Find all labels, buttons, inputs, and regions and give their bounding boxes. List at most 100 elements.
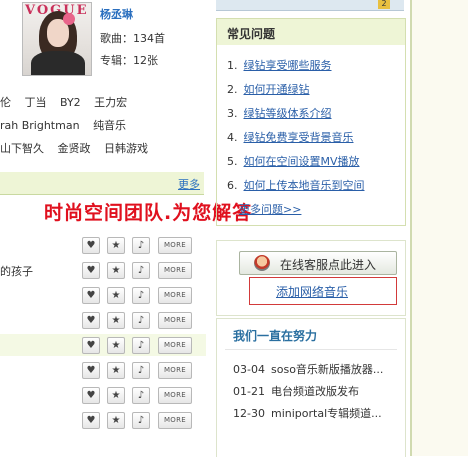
music-note-icon[interactable]: ♪ bbox=[132, 412, 150, 429]
favorite-icon[interactable]: ♥ bbox=[82, 312, 100, 329]
faq-title: 常见问题 bbox=[227, 27, 276, 41]
news-text[interactable]: miniportal专辑频道... bbox=[271, 407, 382, 420]
news-date: 03-04 bbox=[233, 363, 265, 376]
faq-item-number: 5. bbox=[227, 155, 238, 168]
favorite-icon[interactable]: ♥ bbox=[82, 387, 100, 404]
faq-link[interactable]: 绿钻享受哪些服务 bbox=[244, 59, 332, 72]
music-note-icon[interactable]: ♪ bbox=[132, 312, 150, 329]
favorite-icon[interactable]: ♥ bbox=[82, 412, 100, 429]
star-icon[interactable]: ★ bbox=[107, 362, 125, 379]
artist-link[interactable]: BY2 bbox=[60, 96, 81, 109]
artist-name-link[interactable]: 杨丞琳 bbox=[100, 6, 133, 22]
divider bbox=[225, 349, 397, 350]
more-bar: 更多 bbox=[0, 172, 204, 195]
artist-link[interactable]: 王力宏 bbox=[94, 96, 127, 109]
related-artists-row-3: 山下智久 金贤政 日韩游戏 bbox=[0, 140, 148, 156]
faq-item: 6. 如何上传本地音乐到空间 bbox=[227, 177, 365, 193]
song-row: ♥ ★ ♪ MORE bbox=[0, 234, 206, 256]
song-row: 的孩子 ♥ ★ ♪ MORE bbox=[0, 259, 206, 281]
faq-more-link[interactable]: 更多问题>> bbox=[239, 201, 301, 217]
song-count: 歌曲：134首 bbox=[100, 32, 165, 45]
song-more-button[interactable]: MORE bbox=[158, 362, 192, 379]
faq-item-number: 4. bbox=[227, 131, 238, 144]
faq-link[interactable]: 如何在空间设置MV播放 bbox=[244, 155, 360, 168]
star-icon[interactable]: ★ bbox=[107, 387, 125, 404]
flower-icon bbox=[63, 13, 75, 25]
song-more-button[interactable]: MORE bbox=[158, 412, 192, 429]
artist-photo[interactable]: VOGUE bbox=[22, 2, 92, 76]
faq-item: 2. 如何开通绿钻 bbox=[227, 81, 310, 97]
support-agent-icon bbox=[254, 255, 270, 271]
song-more-button[interactable]: MORE bbox=[158, 237, 192, 254]
related-artists-row-2: rah Brightman 纯音乐 bbox=[0, 117, 126, 133]
favorite-icon[interactable]: ♥ bbox=[82, 287, 100, 304]
star-icon[interactable]: ★ bbox=[107, 237, 125, 254]
add-music-box: 添加网络音乐 bbox=[249, 277, 397, 305]
right-margin bbox=[412, 0, 468, 456]
music-note-icon[interactable]: ♪ bbox=[132, 287, 150, 304]
song-row: ♥ ★ ♪ MORE bbox=[0, 409, 206, 431]
song-row: ♥ ★ ♪ MORE bbox=[0, 334, 206, 356]
faq-item-number: 2. bbox=[227, 83, 238, 96]
online-service-label: 在线客服点此进入 bbox=[280, 258, 377, 272]
song-title[interactable]: 的孩子 bbox=[0, 263, 33, 279]
online-service-button[interactable]: 在线客服点此进入 bbox=[239, 251, 397, 275]
news-text[interactable]: soso音乐新版播放器... bbox=[271, 363, 383, 376]
song-row: ♥ ★ ♪ MORE bbox=[0, 359, 206, 381]
news-date: 12-30 bbox=[233, 407, 265, 420]
song-more-button[interactable]: MORE bbox=[158, 387, 192, 404]
faq-item: 5. 如何在空间设置MV播放 bbox=[227, 153, 360, 169]
artist-link[interactable]: 纯音乐 bbox=[93, 119, 126, 132]
news-item[interactable]: 03-04 soso音乐新版播放器... bbox=[233, 361, 383, 377]
news-date: 01-21 bbox=[233, 385, 265, 398]
news-text[interactable]: 电台频道改版发布 bbox=[271, 385, 359, 398]
more-link[interactable]: 更多 bbox=[178, 176, 200, 192]
customer-service-panel: 在线客服点此进入 添加网络音乐 bbox=[216, 240, 406, 316]
favorite-icon[interactable]: ♥ bbox=[82, 337, 100, 354]
faq-link[interactable]: 绿钻免费享受背景音乐 bbox=[244, 131, 354, 144]
artist-link[interactable]: rah Brightman bbox=[0, 119, 80, 132]
faq-panel: 常见问题 1. 绿钻享受哪些服务 2. 如何开通绿钻 3. 绿钻等级体系介绍 4. 绿钻免费享… bbox=[216, 18, 406, 226]
music-note-icon[interactable]: ♪ bbox=[132, 337, 150, 354]
faq-item-number: 6. bbox=[227, 179, 238, 192]
artist-link[interactable]: 金贤政 bbox=[58, 142, 91, 155]
news-item[interactable]: 01-21 电台频道改版发布 bbox=[233, 383, 359, 399]
song-row: ♥ ★ ♪ MORE bbox=[0, 284, 206, 306]
song-more-button[interactable]: MORE bbox=[158, 262, 192, 279]
music-note-icon[interactable]: ♪ bbox=[132, 387, 150, 404]
faq-item: 3. 绿钻等级体系介绍 bbox=[227, 105, 332, 121]
music-note-icon[interactable]: ♪ bbox=[132, 362, 150, 379]
song-more-button[interactable]: MORE bbox=[158, 312, 192, 329]
favorite-icon[interactable]: ♥ bbox=[82, 237, 100, 254]
faq-link[interactable]: 如何开通绿钻 bbox=[244, 83, 310, 96]
favorite-icon[interactable]: ♥ bbox=[82, 262, 100, 279]
top-banner[interactable]: 2 bbox=[216, 0, 404, 11]
faq-header: 常见问题 bbox=[217, 19, 405, 45]
artist-link[interactable]: 丁当 bbox=[25, 96, 47, 109]
faq-item-number: 3. bbox=[227, 107, 238, 120]
artist-link[interactable]: 伦 bbox=[0, 96, 11, 109]
music-note-icon[interactable]: ♪ bbox=[132, 262, 150, 279]
faq-item: 4. 绿钻免费享受背景音乐 bbox=[227, 129, 354, 145]
song-more-button[interactable]: MORE bbox=[158, 287, 192, 304]
star-icon[interactable]: ★ bbox=[107, 262, 125, 279]
artist-link[interactable]: 山下智久 bbox=[0, 142, 44, 155]
news-title: 我们一直在努力 bbox=[233, 329, 318, 343]
star-icon[interactable]: ★ bbox=[107, 412, 125, 429]
faq-link[interactable]: 如何上传本地音乐到空间 bbox=[244, 179, 365, 192]
music-note-icon[interactable]: ♪ bbox=[132, 237, 150, 254]
faq-item-number: 1. bbox=[227, 59, 238, 72]
song-row: ♥ ★ ♪ MORE bbox=[0, 384, 206, 406]
star-icon[interactable]: ★ bbox=[107, 287, 125, 304]
album-count: 专辑：12张 bbox=[100, 54, 158, 67]
news-item[interactable]: 12-30 miniportal专辑频道... bbox=[233, 405, 382, 421]
favorite-icon[interactable]: ♥ bbox=[82, 362, 100, 379]
faq-link[interactable]: 绿钻等级体系介绍 bbox=[244, 107, 332, 120]
song-row: ♥ ★ ♪ MORE bbox=[0, 309, 206, 331]
star-icon[interactable]: ★ bbox=[107, 312, 125, 329]
add-network-music-link[interactable]: 添加网络音乐 bbox=[276, 283, 348, 300]
song-more-button[interactable]: MORE bbox=[158, 337, 192, 354]
artist-link[interactable]: 日韩游戏 bbox=[104, 142, 148, 155]
news-panel: 我们一直在努力 03-04 soso音乐新版播放器... 01-21 电台频道改版发布… bbox=[216, 318, 406, 457]
star-icon[interactable]: ★ bbox=[107, 337, 125, 354]
